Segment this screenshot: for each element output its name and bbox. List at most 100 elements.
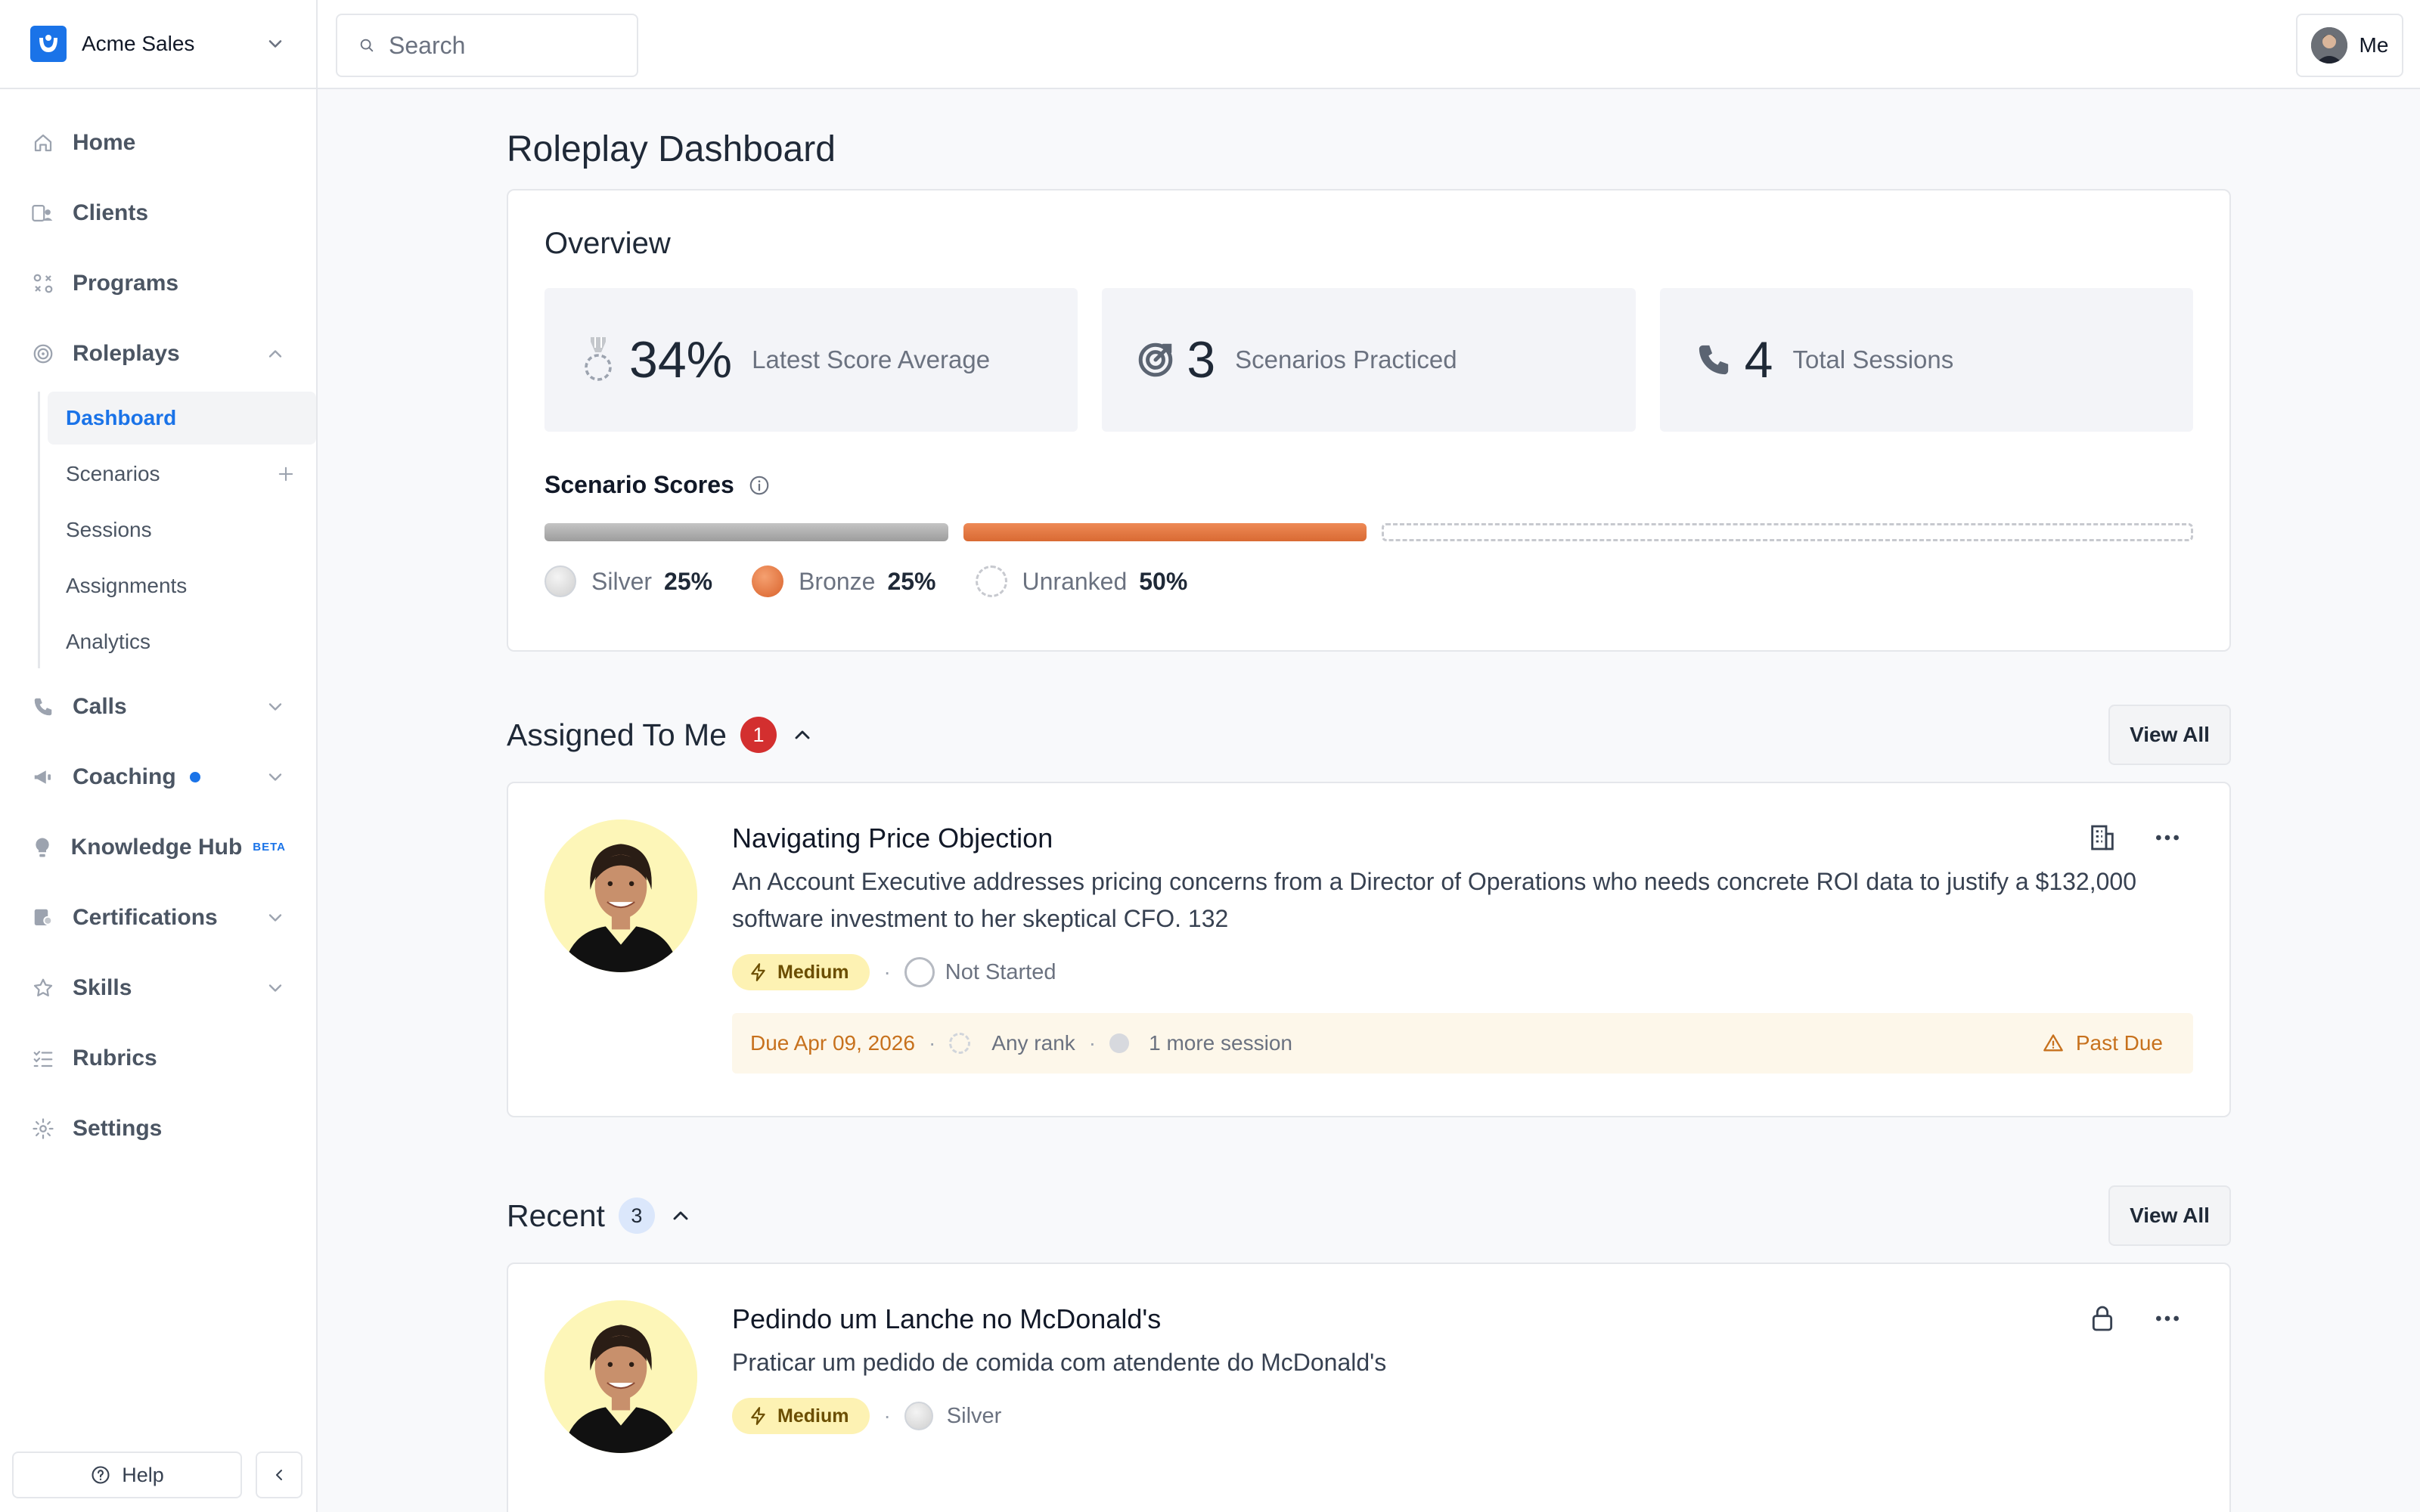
- collapse-sidebar-button[interactable]: [256, 1452, 302, 1498]
- assigned-section-header: Assigned To Me 1 View All: [507, 703, 2231, 767]
- stat-value: 4: [1744, 331, 1773, 389]
- legend-percent: 25%: [887, 567, 936, 595]
- view-all-recent-button[interactable]: View All: [2108, 1185, 2231, 1246]
- workspace-logo-icon: [30, 26, 67, 62]
- legend-percent: 25%: [664, 567, 713, 595]
- roleplay-card-body: Pedindo um Lanche no McDonald's Praticar…: [732, 1300, 2193, 1482]
- sidebar-item-rubrics[interactable]: Rubrics: [0, 1023, 316, 1093]
- stat-scenarios-practiced: 3 Scenarios Practiced: [1102, 288, 1636, 432]
- stats-row: 34% Latest Score Average 3 Scenarios Pra…: [544, 288, 2193, 432]
- info-icon[interactable]: [748, 474, 771, 497]
- legend-percent: 50%: [1139, 567, 1188, 595]
- sidebar-item-settings[interactable]: Settings: [0, 1093, 316, 1163]
- search-box[interactable]: [336, 14, 638, 77]
- score-bar-bronze: [963, 523, 1367, 541]
- sidebar-item-certifications[interactable]: Certifications: [0, 882, 316, 953]
- roleplay-title[interactable]: Navigating Price Objection: [732, 823, 2193, 854]
- overview-title: Overview: [544, 227, 671, 260]
- more-options-icon[interactable]: [2152, 1303, 2183, 1334]
- roleplay-card-body: Navigating Price Objection An Account Ex…: [732, 820, 2193, 1080]
- sidebar-item-home[interactable]: Home: [0, 107, 316, 178]
- stat-total-sessions: 4 Total Sessions: [1659, 288, 2193, 432]
- search-icon: [360, 39, 374, 52]
- sidebar-item-label: Home: [73, 129, 136, 155]
- phone-icon: [30, 694, 56, 720]
- sidebar-item-label: Programs: [73, 270, 179, 296]
- subnav-item-label: Assignments: [66, 574, 188, 597]
- roleplay-meta: Medium · Silver: [732, 1398, 2193, 1434]
- separator-dot: ·: [928, 1031, 936, 1055]
- beta-badge: BETA: [253, 841, 286, 854]
- sidebar-item-label: Settings: [73, 1115, 163, 1141]
- warning-icon: [2043, 1034, 2063, 1052]
- recent-title: Recent: [507, 1198, 605, 1233]
- score-bar-silver: [544, 523, 948, 541]
- separator-dot: ·: [883, 1404, 891, 1427]
- roleplay-description: An Account Executive addresses pricing c…: [732, 868, 2136, 932]
- search-input[interactable]: [389, 31, 616, 60]
- separator-dot: ·: [883, 960, 891, 984]
- chevron-down-icon: [268, 40, 282, 48]
- sessions-remaining: 1 more session: [1109, 1031, 1292, 1055]
- subnav-item-scenarios[interactable]: Scenarios: [48, 448, 316, 500]
- sidebar-item-coaching[interactable]: Coaching: [0, 742, 316, 812]
- roleplay-description: Praticar um pedido de comida com atenden…: [732, 1349, 1387, 1376]
- help-button[interactable]: Help: [12, 1452, 242, 1498]
- difficulty-label: Medium: [777, 1405, 849, 1427]
- subnav-item-analytics[interactable]: Analytics: [48, 615, 316, 668]
- stat-value: 34%: [629, 331, 733, 389]
- certificate-icon: [30, 905, 56, 931]
- chevron-down-icon: [268, 913, 282, 922]
- past-due-label: Past Due: [2075, 1031, 2163, 1055]
- sidebar-item-programs[interactable]: Programs: [0, 248, 316, 318]
- persona-avatar: [544, 1300, 697, 1453]
- building-icon[interactable]: [2087, 823, 2118, 853]
- subnav-item-sessions[interactable]: Sessions: [48, 503, 316, 556]
- scenario-scores-bar: [544, 523, 2193, 543]
- lightning-icon: [751, 1407, 765, 1425]
- sidebar-item-label: Knowledge Hub: [70, 834, 243, 860]
- sessions-label: 1 more session: [1149, 1031, 1292, 1055]
- phone-icon: [1695, 336, 1733, 383]
- subnav-item-assignments[interactable]: Assignments: [48, 559, 316, 612]
- card-actions: [2087, 823, 2183, 853]
- persona-avatar: [544, 820, 697, 972]
- roleplay-title[interactable]: Pedindo um Lanche no McDonald's: [732, 1303, 2193, 1335]
- user-menu-button[interactable]: Me: [2296, 14, 2403, 77]
- target-icon: [30, 341, 56, 367]
- sidebar-item-label: Coaching: [73, 764, 176, 789]
- sidebar-item-clients[interactable]: Clients: [0, 178, 316, 248]
- workspace-switcher[interactable]: Acme Sales: [0, 0, 316, 89]
- chevron-up-icon: [268, 349, 282, 358]
- chevron-up-icon[interactable]: [669, 1204, 693, 1228]
- assigned-count-badge: 1: [740, 717, 777, 753]
- chevron-up-icon[interactable]: [790, 723, 814, 747]
- sidebar-item-roleplays[interactable]: Roleplays: [0, 318, 316, 389]
- lock-icon[interactable]: [2087, 1303, 2118, 1334]
- avatar: [2310, 27, 2347, 64]
- sidebar-item-skills[interactable]: Skills: [0, 953, 316, 1023]
- help-icon: [92, 1466, 110, 1484]
- sidebar-item-calls[interactable]: Calls: [0, 671, 316, 742]
- target-icon: [1137, 336, 1174, 383]
- past-due-status: Past Due: [2043, 1031, 2163, 1055]
- more-options-icon[interactable]: [2152, 823, 2183, 853]
- subnav-item-dashboard[interactable]: Dashboard: [48, 392, 316, 445]
- sidebar-item-knowledge-hub[interactable]: Knowledge Hub BETA: [0, 812, 316, 882]
- sidebar: Acme Sales Home Clients Programs Rolepla…: [0, 0, 318, 1512]
- due-strip: Due Apr 09, 2026 · Any rank · 1 more ses…: [732, 1013, 2193, 1074]
- assigned-roleplay-card[interactable]: Navigating Price Objection An Account Ex…: [507, 782, 2231, 1117]
- rank-label: Any rank: [991, 1031, 1075, 1055]
- lightning-icon: [751, 963, 765, 981]
- recent-roleplay-card[interactable]: Pedindo um Lanche no McDonald's Praticar…: [507, 1263, 2231, 1512]
- programs-icon: [30, 271, 56, 296]
- subnav-item-label: Scenarios: [66, 462, 160, 485]
- view-all-assigned-button[interactable]: View All: [2108, 705, 2231, 765]
- sidebar-footer: Help: [12, 1452, 304, 1498]
- not-started-icon: [904, 957, 935, 987]
- bronze-medal-icon: [752, 565, 784, 597]
- scenario-scores-label: Scenario Scores: [544, 471, 734, 498]
- sidebar-item-label: Certifications: [73, 904, 218, 930]
- sidebar-item-label: Calls: [73, 693, 127, 719]
- plus-icon[interactable]: [275, 463, 296, 485]
